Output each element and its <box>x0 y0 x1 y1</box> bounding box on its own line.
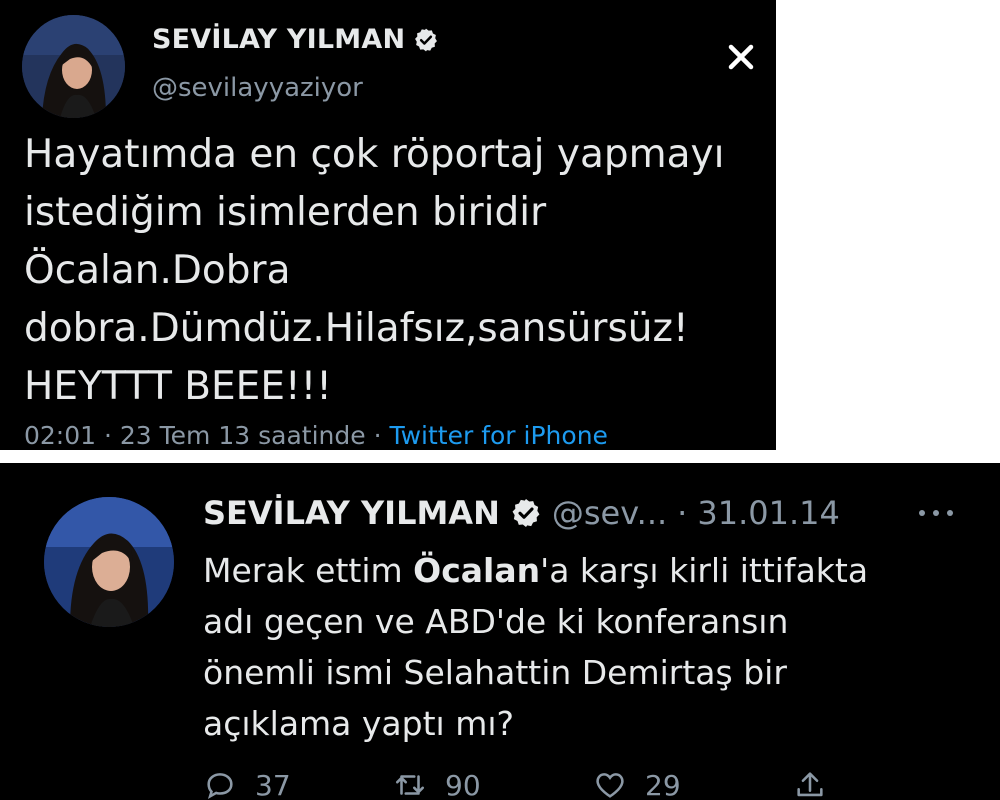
author-handle[interactable]: @sev... <box>552 494 667 532</box>
author-handle[interactable]: @sevilayyaziyor <box>152 73 363 103</box>
meta-separator: · <box>96 421 120 450</box>
tweet-text: Merak ettim Öcalan'a karşı kirli ittifak… <box>203 545 983 749</box>
verified-badge-icon <box>512 499 540 527</box>
author-name[interactable]: SEVİLAY YILMAN <box>203 494 500 532</box>
tweet-text-line: Öcalan.Dobra <box>24 248 291 293</box>
tweet-text: Hayatımda en çok röportaj yapmayı istedi… <box>24 126 744 416</box>
text-segment: Merak ettim <box>203 551 414 590</box>
retweet-count: 90 <box>445 768 481 800</box>
tweet-header: SEVİLAY YILMAN @sev... · 31.01.14 <box>203 494 840 532</box>
tweet-text-line: istediğim isimlerden biridir <box>24 190 547 235</box>
tweet-text-line: önemli ismi Selahattin Demirtaş bir <box>203 653 787 692</box>
tweet-source-link[interactable]: Twitter for iPhone <box>389 421 607 450</box>
tweet-text-line: açıklama yaptı mı? <box>203 704 515 743</box>
reply-button[interactable]: 37 <box>203 768 291 800</box>
tweet-timeline-card[interactable]: SEVİLAY YILMAN @sev... · 31.01.14 Merak … <box>0 463 1000 800</box>
meta-separator: · <box>677 494 688 532</box>
tweet-actions: 37 90 29 <box>203 768 843 800</box>
author-name-row: SEVİLAY YILMAN <box>152 24 439 55</box>
reply-icon <box>207 773 233 799</box>
share-button[interactable] <box>793 768 827 800</box>
avatar[interactable] <box>44 497 174 627</box>
close-icon[interactable] <box>722 38 760 76</box>
tweet-meta: 02:01 · 23 Tem 13 saatinde · Twitter for… <box>24 421 608 450</box>
tweet-date[interactable]: 23 Tem 13 saatinde <box>120 421 366 450</box>
tweet-time[interactable]: 02:01 <box>24 421 96 450</box>
tweet-text-line: adı geçen ve ABD'de ki konferansın <box>203 602 789 641</box>
tweet-detail-card: SEVİLAY YILMAN @sevilayyaziyor Hayatımda… <box>0 0 776 450</box>
text-segment-bold: Öcalan <box>413 551 541 590</box>
meta-separator: · <box>365 421 390 450</box>
screenshot-divider <box>0 450 1000 463</box>
tweet-text-line: dobra.Dümdüz.Hilafsız,sansürsüz! <box>24 306 689 351</box>
retweet-button[interactable]: 90 <box>393 768 481 800</box>
avatar[interactable] <box>22 15 125 118</box>
more-options-icon[interactable] <box>916 503 956 523</box>
text-segment: 'a karşı kirli ittifakta <box>540 551 869 590</box>
like-button[interactable]: 29 <box>593 768 681 800</box>
share-icon <box>797 772 823 797</box>
tweet-text-line: HEYTTT BEEE!!! <box>24 364 332 409</box>
like-count: 29 <box>645 768 681 800</box>
tweet-text-line: Merak ettim Öcalan'a karşı kirli ittifak… <box>203 545 983 596</box>
tweet-text-line: Hayatımda en çok röportaj yapmayı <box>24 132 725 177</box>
tweet-date[interactable]: 31.01.14 <box>697 494 840 532</box>
verified-badge-icon <box>415 28 438 51</box>
author-name[interactable]: SEVİLAY YILMAN <box>152 24 405 55</box>
reply-count: 37 <box>255 768 291 800</box>
retweet-icon <box>395 775 425 795</box>
heart-icon <box>596 773 624 798</box>
